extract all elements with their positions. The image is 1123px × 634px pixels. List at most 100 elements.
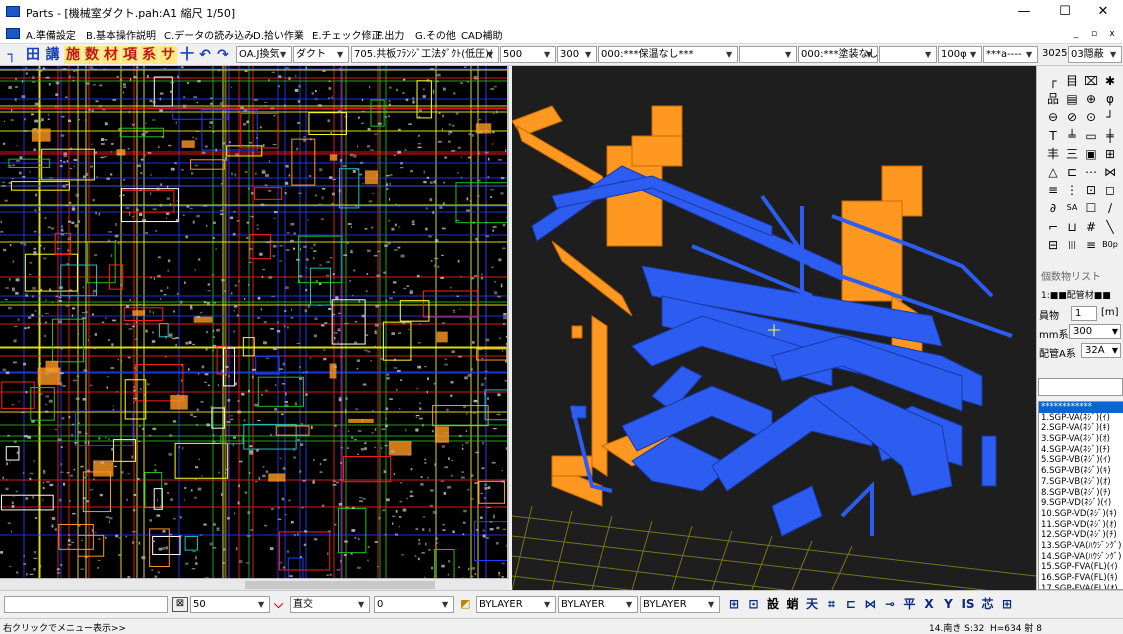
tool-icon[interactable]: ||| xyxy=(1064,237,1080,253)
tool-icon[interactable]: ⌐ xyxy=(1045,219,1061,235)
list-item[interactable]: 12.SGP-VD(ﾈｼﾞ)(ﾁ) xyxy=(1039,530,1123,541)
menu-read-data[interactable]: C.データの読み込み xyxy=(164,27,254,42)
bottom-tool-icon[interactable]: X xyxy=(920,596,938,612)
mdi-minimize-button[interactable]: _ xyxy=(1068,27,1084,41)
bottom-tool-icon[interactable]: 芯 xyxy=(979,596,997,612)
tool-icon[interactable]: ⊏ xyxy=(1064,164,1080,180)
bottom-tool-icon[interactable]: ⌗ xyxy=(823,596,841,612)
list-item[interactable]: 4.SGP-VA(ﾈｼﾞ)(ﾁ) xyxy=(1039,445,1123,456)
menu-cad-assist[interactable]: CAD補助 xyxy=(461,27,503,42)
tool-icon[interactable]: ⌧ xyxy=(1083,73,1099,89)
scale-select[interactable]: 50 ▼ xyxy=(190,596,270,613)
insulation-select[interactable]: 000:***保温なし*** ▼ xyxy=(598,46,738,63)
qty-input[interactable]: 1 xyxy=(1071,306,1097,321)
tool-icon[interactable]: 目 xyxy=(1064,73,1080,89)
mdi-restore-button[interactable]: ▫ xyxy=(1086,27,1102,41)
list-item[interactable]: 3.SGP-VA(ﾈｼﾞ)(ｵ) xyxy=(1039,434,1123,445)
command-input[interactable] xyxy=(4,596,168,613)
bottom-tool-icon[interactable]: 設 xyxy=(764,596,782,612)
tool-icon[interactable]: ∕ xyxy=(1102,200,1118,216)
ortho-select[interactable]: 直交 ▼ xyxy=(290,596,370,613)
minimize-button[interactable]: — xyxy=(1004,0,1044,24)
list-item[interactable]: 11.SGP-VD(ﾈｼﾞ)(ｵ) xyxy=(1039,520,1123,531)
list-item[interactable]: 8.SGP-VB(ﾈｼﾞ)(ﾁ) xyxy=(1039,488,1123,499)
tool-icon[interactable]: ╪ xyxy=(1102,128,1118,144)
tool-icon[interactable]: ⊟ xyxy=(1045,237,1061,253)
tool-icon[interactable]: 丰 xyxy=(1045,146,1061,162)
pipe-select[interactable]: 32A ▼ xyxy=(1081,343,1121,358)
maximize-button[interactable]: ☐ xyxy=(1045,0,1085,24)
bottom-tool-icon[interactable]: IS xyxy=(959,596,977,612)
bottom-tool-icon[interactable]: Y xyxy=(940,596,958,612)
count-button[interactable]: 数 xyxy=(83,46,101,64)
color-select[interactable]: BYLAYER ▼ xyxy=(476,596,556,613)
cad-plan-view[interactable] xyxy=(0,66,509,590)
redo-icon[interactable]: ↷ xyxy=(215,46,231,64)
parts-list[interactable]: ************ 1.SGP-VA(ﾈｼﾞ)(ｲ) 2.SGP-VA(ﾈｼﾞ… xyxy=(1038,401,1123,590)
list-item[interactable]: 10.SGP-VD(ﾈｼﾞ)(ｷ) xyxy=(1039,509,1123,520)
method-select[interactable]: 705.共板ﾌﾗﾝｼﾞ工法ﾀﾞｸﾄ(低圧)(▼ xyxy=(351,46,499,63)
tool-icon[interactable]: ≡ xyxy=(1045,182,1061,198)
extra-select[interactable]: ▼ xyxy=(879,46,937,63)
list-item[interactable]: 6.SGP-VB(ﾈｼﾞ)(ｷ) xyxy=(1039,466,1123,477)
close-button[interactable]: ✕ xyxy=(1083,0,1123,24)
list-item[interactable]: 14.SGP-VA(ﾊｳｼﾞﾝｸﾞ) xyxy=(1039,552,1123,563)
tool-icon[interactable]: T xyxy=(1045,128,1061,144)
tool-icon[interactable]: SA xyxy=(1064,200,1080,216)
tool-icon[interactable]: ⊘ xyxy=(1064,109,1080,125)
mdi-close-button[interactable]: x xyxy=(1104,27,1120,41)
width-select[interactable]: 500 ▼ xyxy=(500,46,556,63)
tool-icon[interactable]: ✱ xyxy=(1102,73,1118,89)
bracket-icon[interactable]: ┐ xyxy=(5,46,19,64)
3d-view[interactable] xyxy=(512,66,1036,590)
list-item[interactable]: 1.SGP-VA(ﾈｼﾞ)(ｲ) xyxy=(1039,413,1123,424)
list-item[interactable]: 7.SGP-VB(ﾈｼﾞ)(ｵ) xyxy=(1039,477,1123,488)
tool-icon[interactable]: ┌ xyxy=(1045,73,1061,89)
system-button[interactable]: 系 xyxy=(140,46,158,64)
lineweight-select[interactable]: BYLAYER ▼ xyxy=(640,596,720,613)
menu-pickup[interactable]: D.拾い作業 xyxy=(253,27,304,42)
bottom-tool-icon[interactable]: ⋈ xyxy=(862,596,880,612)
bottom-tool-icon[interactable]: ⊸ xyxy=(881,596,899,612)
tool-icon[interactable]: ⊡ xyxy=(1083,182,1099,198)
tool-icon[interactable]: ◻ xyxy=(1102,182,1118,198)
undo-icon[interactable]: ↶ xyxy=(197,46,213,64)
tool-icon[interactable]: ▭ xyxy=(1083,128,1099,144)
system-select[interactable]: OA.J換気 ▼ xyxy=(236,46,292,63)
tool-icon[interactable]: 品 xyxy=(1045,91,1061,107)
tool-icon[interactable]: ⋯ xyxy=(1083,164,1099,180)
paint-select[interactable]: 000:***塗装なし ▼ xyxy=(798,46,878,63)
linetype-select[interactable]: BYLAYER ▼ xyxy=(558,596,638,613)
list-item[interactable]: 16.SGP-FVA(FL)(ｷ) xyxy=(1039,573,1123,584)
tool-icon[interactable]: ▤ xyxy=(1064,91,1080,107)
option-select[interactable]: ▼ xyxy=(739,46,797,63)
tool-icon[interactable]: ▣ xyxy=(1083,146,1099,162)
tool-icon[interactable]: ≡ xyxy=(1083,237,1099,253)
menu-basic[interactable]: B.基本操作説明 xyxy=(86,27,156,42)
mm-select[interactable]: 300 ▼ xyxy=(1069,324,1121,339)
list-item[interactable]: 13.SGP-VA(ﾊｳｼﾞﾝｸﾞ) xyxy=(1039,541,1123,552)
search-field[interactable] xyxy=(1038,378,1123,396)
tool-icon[interactable]: ⊙ xyxy=(1083,109,1099,125)
bottom-tool-icon[interactable]: 蛸 xyxy=(784,596,802,612)
bottom-tool-icon[interactable]: ⊡ xyxy=(745,596,763,612)
menu-other[interactable]: G.その他 xyxy=(415,27,456,42)
layer-number-select[interactable]: 0 ▼ xyxy=(374,596,454,613)
tool-icon[interactable]: ╲ xyxy=(1102,219,1118,235)
list-item[interactable]: ************ xyxy=(1039,402,1123,413)
construction-button[interactable]: 施 xyxy=(64,46,82,64)
menu-output[interactable]: F.出力 xyxy=(377,27,404,42)
tool-icon[interactable]: ⊔ xyxy=(1064,219,1080,235)
menu-check[interactable]: E.チェック修正 xyxy=(312,27,382,42)
tool-icon[interactable]: △ xyxy=(1045,164,1061,180)
service-button[interactable]: サ xyxy=(159,46,177,64)
diameter-select[interactable]: 100φ ▼ xyxy=(938,46,982,63)
bottom-tool-icon[interactable]: 天 xyxy=(803,596,821,612)
category-select[interactable]: ダクト ▼ xyxy=(293,46,349,63)
tool-icon[interactable]: ⊞ xyxy=(1102,146,1118,162)
menu-prep[interactable]: A.準備設定 xyxy=(26,27,76,42)
tool-icon[interactable]: φ xyxy=(1102,91,1118,107)
tool-icon[interactable]: 三 xyxy=(1064,146,1080,162)
list-item[interactable]: 15.SGP-FVA(FL)(ｲ) xyxy=(1039,562,1123,573)
tool-icon[interactable]: # xyxy=(1083,219,1099,235)
